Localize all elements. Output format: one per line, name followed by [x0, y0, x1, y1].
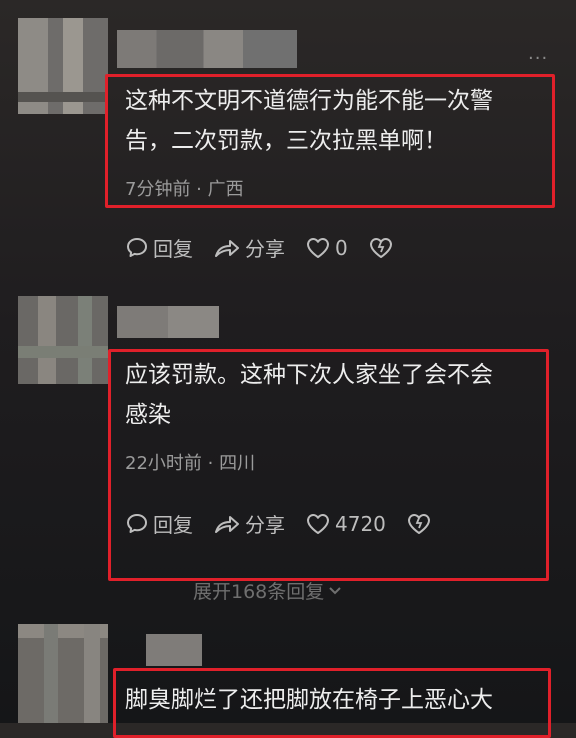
avatar[interactable]	[18, 296, 108, 384]
comment-text-line: 应该罚款。这种下次人家坐了会不会	[125, 362, 493, 388]
comment-meta: 22小时前 · 四川	[125, 453, 256, 474]
broken-heart-icon	[369, 237, 392, 258]
share-label: 分享	[245, 237, 285, 261]
dislike-button[interactable]	[368, 236, 398, 260]
comment-text-line: 感染	[125, 402, 171, 428]
reply-label: 回复	[153, 513, 193, 537]
comment-text-line: 告，二次罚款，三次拉黑单啊！	[125, 128, 447, 154]
like-count: 4720	[335, 511, 386, 536]
avatar[interactable]	[18, 18, 108, 114]
share-button[interactable]: 分享	[213, 509, 285, 538]
share-label: 分享	[245, 513, 285, 537]
reply-label: 回复	[153, 237, 193, 261]
reply-button[interactable]: 回复	[125, 233, 193, 262]
username[interactable]	[146, 634, 202, 666]
more-dots-icon[interactable]: ···	[528, 48, 548, 69]
like-button[interactable]: 4720	[305, 512, 386, 536]
broken-heart-icon	[407, 513, 430, 534]
chevron-down-icon	[329, 586, 341, 594]
chat-bubble-icon	[127, 237, 147, 257]
like-button[interactable]: 0	[305, 236, 348, 260]
comment-actions: 回复 分享 4720	[125, 509, 436, 538]
reply-button[interactable]: 回复	[125, 509, 193, 538]
comment-text-line: 脚臭脚烂了还把脚放在椅子上恶心大	[125, 687, 493, 713]
heart-icon	[307, 513, 329, 534]
share-arrow-icon	[215, 239, 239, 257]
share-button[interactable]: 分享	[213, 233, 285, 262]
share-arrow-icon	[215, 515, 239, 533]
username[interactable]	[117, 30, 297, 68]
expand-replies-button[interactable]: 展开168条回复	[193, 577, 342, 604]
comment-actions: 回复 分享 0	[125, 233, 398, 262]
comment-meta: 7分钟前 · 广西	[125, 179, 244, 200]
expand-replies-label: 展开168条回复	[193, 581, 325, 603]
avatar[interactable]	[18, 624, 108, 723]
chat-bubble-icon	[127, 513, 147, 533]
comment-text-line: 这种不文明不道德行为能不能一次警	[125, 88, 493, 114]
username[interactable]	[117, 306, 219, 338]
dislike-button[interactable]	[406, 512, 436, 536]
heart-icon	[307, 237, 329, 258]
like-count: 0	[335, 235, 348, 260]
